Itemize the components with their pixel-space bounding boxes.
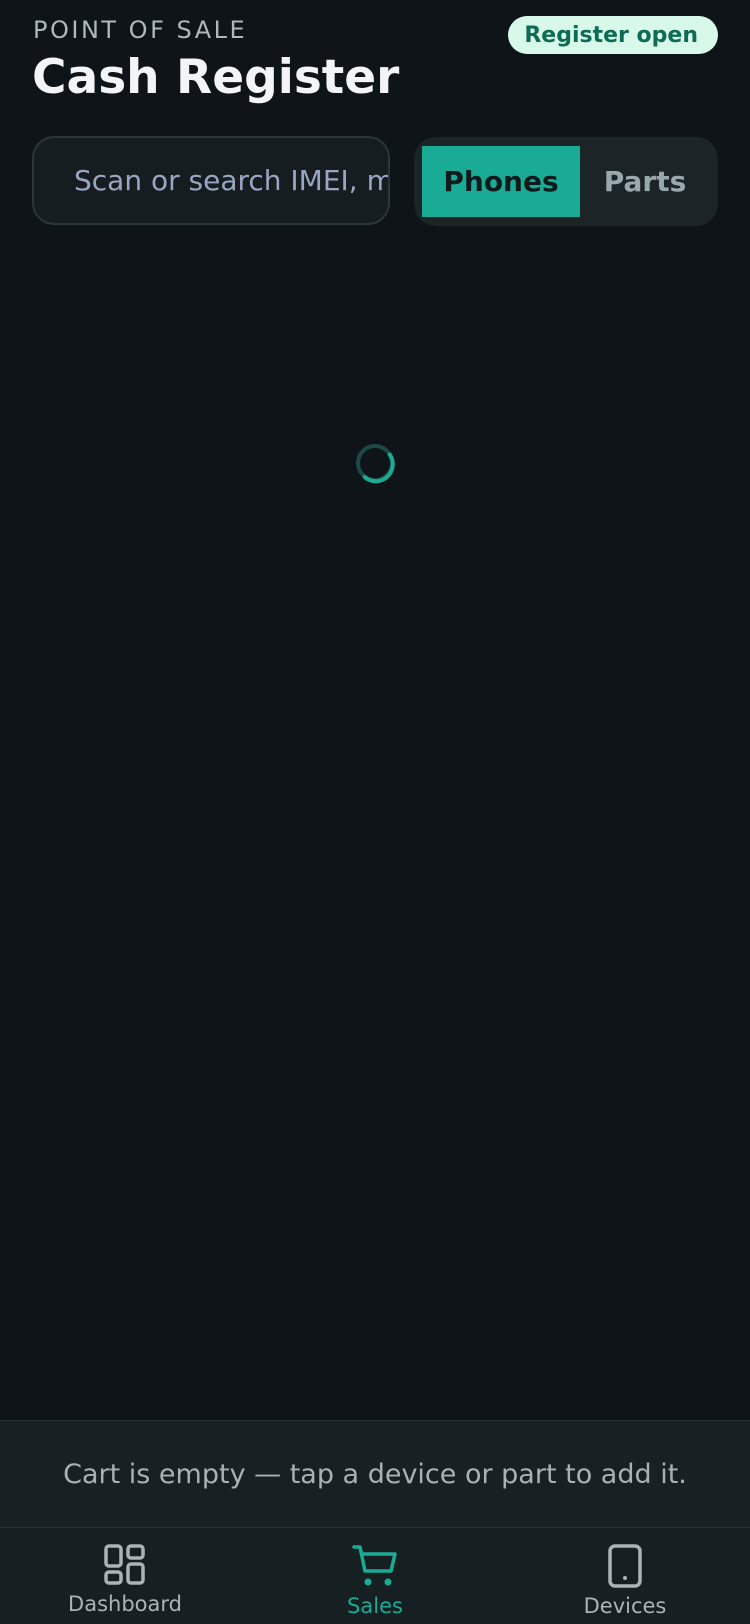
register-status-badge: Register open xyxy=(508,16,718,54)
section-eyebrow: POINT OF SALE xyxy=(33,16,248,44)
search-input[interactable] xyxy=(32,136,390,225)
nav-label-sales: Sales xyxy=(347,1594,403,1618)
loading-spinner-icon xyxy=(356,444,395,484)
pos-screen: POINT OF SALE Cash Register Register ope… xyxy=(0,0,750,1624)
page-title: Cash Register xyxy=(32,50,400,105)
grid-icon xyxy=(104,1544,145,1585)
bottom-nav: Dashboard Sales Devices xyxy=(0,1528,750,1624)
cart-icon xyxy=(352,1545,397,1586)
nav-item-sales[interactable]: Sales xyxy=(295,1544,455,1624)
nav-item-dashboard[interactable]: Dashboard xyxy=(45,1544,205,1624)
nav-label-devices: Devices xyxy=(583,1594,667,1618)
tab-phones[interactable]: Phones xyxy=(422,146,580,217)
tab-parts[interactable]: Parts xyxy=(580,146,710,217)
nav-item-devices[interactable]: Devices xyxy=(545,1544,705,1624)
nav-label-dashboard: Dashboard xyxy=(68,1592,182,1616)
category-toggle: Phones Parts xyxy=(414,137,718,226)
cart-empty-message: Cart is empty — tap a device or part to … xyxy=(63,1458,687,1490)
phone-icon xyxy=(608,1544,642,1588)
cart-summary-bar: Cart is empty — tap a device or part to … xyxy=(0,1420,750,1528)
